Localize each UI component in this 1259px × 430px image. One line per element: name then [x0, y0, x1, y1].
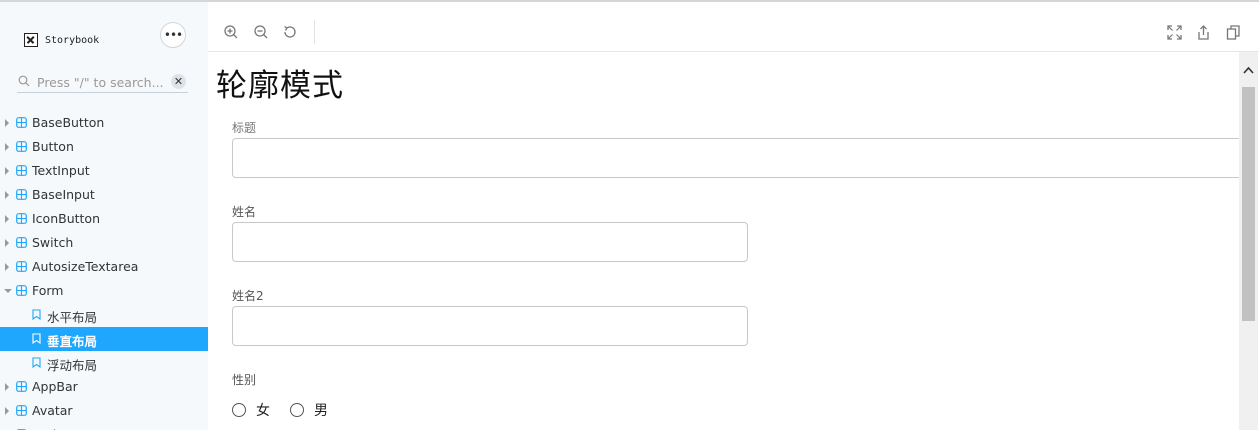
storybook-logo-icon	[24, 33, 38, 47]
radio-male-label: 男	[314, 403, 328, 419]
component-icon	[16, 381, 27, 392]
sidebar-item-component[interactable]: BaseInput	[0, 183, 208, 207]
clear-search-button[interactable]: ✕	[171, 74, 186, 89]
sidebar-item-label: Button	[32, 139, 74, 154]
sidebar-item-label: TextInput	[32, 163, 90, 178]
component-icon	[16, 261, 27, 272]
sidebar-item-label: 垂直布局	[47, 334, 98, 349]
sidebar-item-story[interactable]: 浮动布局	[0, 351, 208, 375]
sidebar-item-component[interactable]: Form	[0, 279, 208, 303]
sidebar-item-label: 浮动布局	[47, 358, 98, 373]
caret-down-icon[interactable]	[4, 289, 12, 293]
sidebar-item-component[interactable]: Avatar	[0, 399, 208, 423]
name-input[interactable]	[232, 222, 748, 262]
component-icon	[16, 405, 27, 416]
copy-link-button[interactable]	[1224, 23, 1242, 41]
sidebar-item-component[interactable]: TextInput	[0, 159, 208, 183]
component-icon	[16, 141, 27, 152]
caret-right-icon[interactable]	[5, 239, 9, 247]
main-panel: 轮廓模式 标题 姓名 姓名2 性别 女 男	[208, 2, 1259, 430]
sidebar-item-label: Form	[32, 283, 64, 298]
sidebar-item-component[interactable]: Switch	[0, 231, 208, 255]
component-icon	[16, 189, 27, 200]
component-icon	[16, 213, 27, 224]
sidebar-menu-button[interactable]: •••	[160, 22, 186, 48]
sidebar-item-label: BaseInput	[32, 187, 95, 202]
bookmark-icon	[32, 333, 41, 344]
radio-female-label: 女	[256, 403, 270, 419]
component-icon	[16, 165, 27, 176]
sidebar-item-component[interactable]: Button	[0, 135, 208, 159]
name2-field-label: 姓名2	[232, 289, 264, 303]
scrollbar-thumb[interactable]	[1242, 87, 1255, 321]
search-box: ✕	[17, 72, 188, 93]
search-icon	[18, 75, 30, 87]
radio-circle-icon[interactable]	[290, 403, 304, 417]
zoom-in-icon	[224, 25, 238, 39]
reset-zoom-icon	[284, 25, 296, 38]
sidebar-item-label: BaseButton	[32, 115, 105, 130]
sidebar-item-component[interactable]: AutosizeTextarea	[0, 255, 208, 279]
search-input[interactable]	[37, 72, 165, 92]
title-field-label: 标题	[232, 121, 257, 135]
bookmark-icon	[32, 309, 41, 320]
brand[interactable]: Storybook	[24, 30, 99, 50]
radio-circle-icon[interactable]	[232, 403, 246, 417]
share-button[interactable]	[1194, 23, 1212, 41]
caret-right-icon[interactable]	[5, 263, 9, 271]
sidebar-item-component[interactable]: IconButton	[0, 207, 208, 231]
toolbar-divider	[314, 20, 315, 44]
zoom-out-button[interactable]	[252, 23, 270, 41]
caret-right-icon[interactable]	[5, 143, 9, 151]
sidebar-item-label: Switch	[32, 235, 74, 250]
story-tree: BaseButton Button TextInput BaseInput IconBu…	[0, 111, 208, 430]
sidebar-item-label: AutosizeTextarea	[32, 259, 139, 274]
caret-right-icon[interactable]	[5, 119, 9, 127]
reset-zoom-button[interactable]	[281, 23, 299, 41]
sidebar-item-label: Avatar	[32, 403, 73, 418]
scroll-up-arrow-icon[interactable]	[1243, 66, 1254, 74]
component-icon	[16, 117, 27, 128]
sidebar-item-component[interactable]: Badge	[0, 423, 208, 430]
sidebar-item-label: AppBar	[32, 379, 78, 394]
sidebar-item-component[interactable]: AppBar	[0, 375, 208, 399]
zoom-out-icon	[254, 25, 268, 39]
toolbar	[208, 10, 1259, 52]
zoom-in-button[interactable]	[222, 23, 240, 41]
radio-male[interactable]: 男	[290, 400, 328, 420]
name2-input[interactable]	[232, 306, 748, 346]
sidebar-item-story[interactable]: 垂直布局	[0, 327, 208, 351]
gender-radio-group: 女 男	[232, 400, 348, 420]
gender-field-label: 性别	[232, 373, 257, 387]
component-icon	[16, 285, 27, 296]
caret-right-icon[interactable]	[5, 215, 9, 223]
copy-icon	[1226, 24, 1240, 40]
share-icon	[1197, 24, 1209, 40]
brand-title: Storybook	[45, 34, 100, 46]
sidebar-item-label: 水平布局	[47, 310, 98, 325]
name-field-label: 姓名	[232, 205, 257, 219]
bookmark-icon	[32, 357, 41, 368]
caret-right-icon[interactable]	[5, 383, 9, 391]
radio-female[interactable]: 女	[232, 400, 270, 420]
sidebar-item-component[interactable]: BaseButton	[0, 111, 208, 135]
more-icon: •••	[163, 28, 183, 42]
caret-right-icon[interactable]	[5, 407, 9, 415]
sidebar-item-story[interactable]: 水平布局	[0, 303, 208, 327]
sidebar: Storybook ••• ✕ BaseButton Button TextInpu…	[0, 2, 208, 430]
caret-right-icon[interactable]	[5, 191, 9, 199]
vertical-scrollbar[interactable]	[1239, 52, 1258, 430]
sidebar-item-label: IconButton	[32, 211, 100, 226]
fullscreen-icon	[1166, 24, 1182, 40]
fullscreen-button[interactable]	[1165, 23, 1183, 41]
caret-right-icon[interactable]	[5, 167, 9, 175]
page-title: 轮廓模式	[216, 68, 344, 104]
title-input[interactable]	[232, 138, 1252, 178]
story-preview: 轮廓模式 标题 姓名 姓名2 性别 女 男	[208, 52, 1259, 430]
component-icon	[16, 237, 27, 248]
